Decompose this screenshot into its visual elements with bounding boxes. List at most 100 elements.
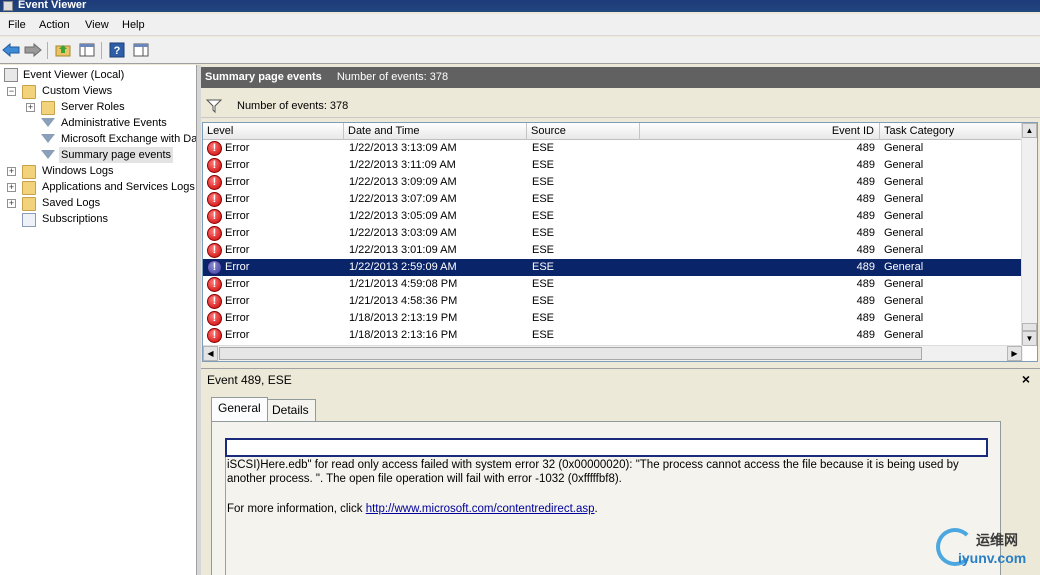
cell-category: General <box>884 278 924 290</box>
table-row[interactable]: ! Error 1/21/2013 4:58:36 PM ESE 489 General <box>203 293 1023 310</box>
table-row[interactable]: ! Error 1/22/2013 3:11:09 AM ESE 489 General <box>203 157 1023 174</box>
cell-datetime: 1/22/2013 3:03:09 AM <box>349 227 457 239</box>
menu-view[interactable]: View <box>85 19 109 31</box>
cell-source: ESE <box>532 159 555 171</box>
cell-eventid: 489 <box>856 244 875 256</box>
cell-category: General <box>884 193 924 205</box>
folder-icon <box>41 101 55 115</box>
view-header: Summary page events Number of events: 37… <box>201 67 1040 88</box>
cell-source: ESE <box>532 210 555 222</box>
horizontal-scrollbar[interactable]: ◀ ▶ <box>203 345 1023 361</box>
horizontal-scroll-thumb[interactable] <box>219 347 922 360</box>
cell-level: Error <box>225 142 250 154</box>
cell-category: General <box>884 142 924 154</box>
cell-source: ESE <box>532 295 555 307</box>
cell-datetime: 1/22/2013 3:07:09 AM <box>349 193 457 205</box>
menu-bar: File Action View Help <box>0 14 1040 36</box>
tab-general[interactable]: General <box>211 397 268 421</box>
cell-category: General <box>884 312 924 324</box>
scroll-up-icon[interactable]: ▲ <box>1022 123 1037 138</box>
table-row[interactable]: ! Error 1/18/2013 2:13:16 PM ESE 489 General <box>203 327 1023 344</box>
cell-source: ESE <box>532 261 555 273</box>
cell-source: ESE <box>532 227 555 239</box>
filter-icon <box>41 118 55 127</box>
column-task-category[interactable]: Task Category <box>880 123 1023 140</box>
column-event-id[interactable]: Event ID <box>640 123 880 140</box>
scroll-thumb[interactable] <box>1022 323 1037 331</box>
cell-level: Error <box>225 312 250 324</box>
close-icon[interactable]: × <box>1022 371 1030 387</box>
error-icon: ! <box>207 277 222 292</box>
column-source[interactable]: Source <box>527 123 640 140</box>
up-folder-icon[interactable] <box>54 41 72 59</box>
error-icon: ! <box>207 175 222 190</box>
expand-server-roles-icon[interactable]: + <box>26 103 35 112</box>
description-line-1: iSCSI)Here.edb" for read only access fai… <box>227 459 959 471</box>
cell-level: Error <box>225 210 250 222</box>
table-row[interactable]: ! Error 1/22/2013 3:01:09 AM ESE 489 General <box>203 242 1023 259</box>
event-viewer-app-icon <box>3 1 13 11</box>
title-bar: Event Viewer <box>0 0 1040 12</box>
error-icon: ! <box>207 328 222 343</box>
back-arrow-icon[interactable] <box>2 41 20 59</box>
cell-source: ESE <box>532 142 555 154</box>
cell-source: ESE <box>532 329 555 341</box>
column-header-row: Level Date and Time Source Event ID Task… <box>203 123 1023 140</box>
cell-datetime: 1/22/2013 3:11:09 AM <box>349 159 456 171</box>
expand-apps-services-icon[interactable]: + <box>7 183 16 192</box>
menu-file[interactable]: File <box>8 19 26 31</box>
cell-category: General <box>884 261 924 273</box>
filter-bar: Number of events: 378 <box>201 94 1040 118</box>
cell-category: General <box>884 227 924 239</box>
cell-level: Error <box>225 278 250 290</box>
forward-arrow-icon[interactable] <box>24 41 42 59</box>
expand-windows-logs-icon[interactable]: + <box>7 167 16 176</box>
scroll-left-icon[interactable]: ◀ <box>203 346 218 361</box>
table-row[interactable]: ! Error 1/22/2013 3:05:09 AM ESE 489 General <box>203 208 1023 225</box>
event-description: iSCSI)Here.edb" for read only access fai… <box>227 458 987 516</box>
window-title: Event Viewer <box>18 0 87 11</box>
scroll-right-icon[interactable]: ▶ <box>1007 346 1022 361</box>
table-row[interactable]: ! Error 1/22/2013 3:09:09 AM ESE 489 General <box>203 174 1023 191</box>
cell-level: Error <box>225 159 250 171</box>
table-row[interactable]: ! Error 1/22/2013 3:03:09 AM ESE 489 General <box>203 225 1023 242</box>
show-hide-action-pane-icon[interactable] <box>132 41 150 59</box>
cell-level: Error <box>225 244 250 256</box>
cell-source: ESE <box>532 176 555 188</box>
watermark-text-domain: iyunv.com <box>958 550 1027 566</box>
scroll-down-icon[interactable]: ▼ <box>1022 331 1037 346</box>
help-icon[interactable]: ? <box>108 41 126 59</box>
menu-help[interactable]: Help <box>122 19 145 31</box>
error-icon: ! <box>207 158 222 173</box>
cell-eventid: 489 <box>856 159 875 171</box>
more-info-link[interactable]: http://www.microsoft.com/contentredirect… <box>366 503 595 515</box>
table-row[interactable]: ! Error 1/18/2013 2:13:19 PM ESE 489 General <box>203 310 1023 327</box>
expand-saved-logs-icon[interactable]: + <box>7 199 16 208</box>
toolbar: ? <box>0 37 1040 64</box>
cell-source: ESE <box>532 278 555 290</box>
collapse-custom-views-icon[interactable]: − <box>7 87 16 96</box>
cell-datetime: 1/21/2013 4:58:36 PM <box>349 295 458 307</box>
cell-eventid: 489 <box>856 176 875 188</box>
view-event-count: Number of events: 378 <box>336 71 449 83</box>
cell-category: General <box>884 176 924 188</box>
show-hide-tree-icon[interactable] <box>78 41 96 59</box>
event-detail-pane: Event 489, ESE × General Details iSCSI)H… <box>201 368 1040 575</box>
filter-icon <box>206 99 222 113</box>
tab-details[interactable]: Details <box>265 399 316 421</box>
cell-datetime: 1/22/2013 3:09:09 AM <box>349 176 457 188</box>
table-row[interactable]: ! Error 1/22/2013 2:59:09 AM ESE 489 General <box>203 259 1023 276</box>
cell-source: ESE <box>532 244 555 256</box>
cell-category: General <box>884 244 924 256</box>
table-row[interactable]: ! Error 1/22/2013 3:07:09 AM ESE 489 General <box>203 191 1023 208</box>
cell-datetime: 1/22/2013 3:05:09 AM <box>349 210 457 222</box>
table-row[interactable]: ! Error 1/21/2013 4:59:08 PM ESE 489 General <box>203 276 1023 293</box>
column-date-time[interactable]: Date and Time <box>344 123 527 140</box>
table-row[interactable]: ! Error 1/22/2013 3:13:09 AM ESE 489 General <box>203 140 1023 157</box>
column-level[interactable]: Level <box>203 123 344 140</box>
cell-eventid: 489 <box>856 227 875 239</box>
subscriptions-icon <box>22 213 36 227</box>
menu-action[interactable]: Action <box>39 19 70 31</box>
error-icon: ! <box>207 141 222 156</box>
vertical-scrollbar[interactable]: ▲ ▼ <box>1021 123 1037 346</box>
